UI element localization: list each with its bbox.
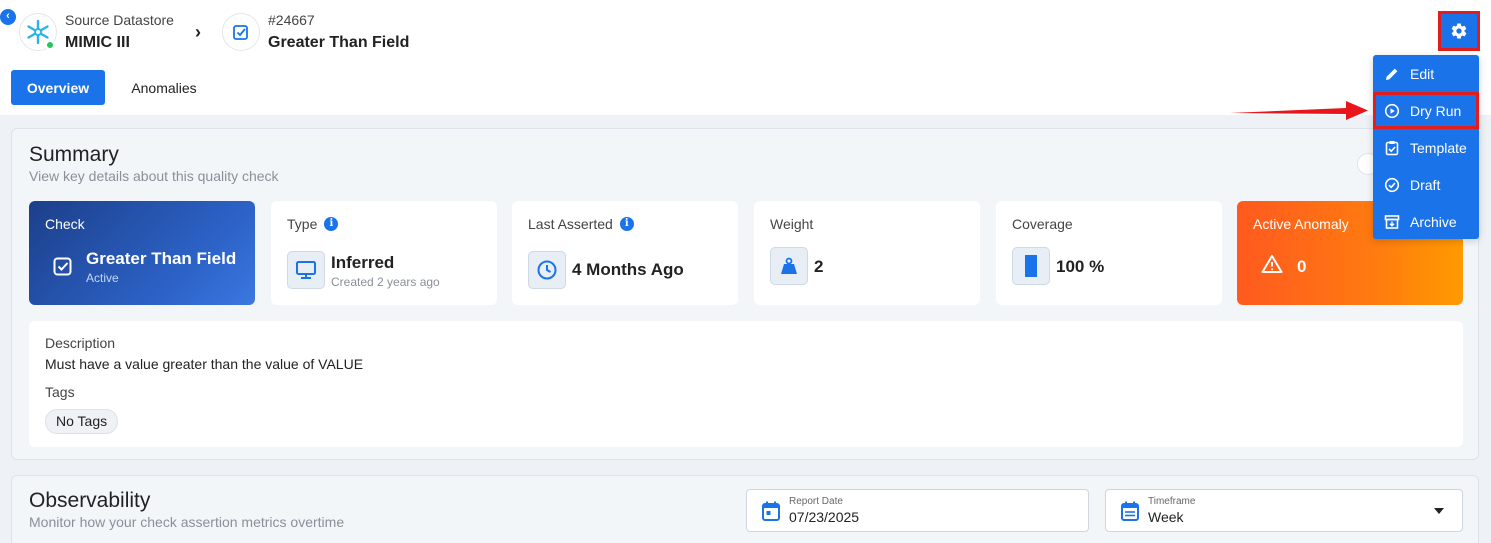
description-label: Description — [45, 335, 116, 351]
monitor-icon — [296, 261, 316, 279]
timeframe-select[interactable]: Timeframe Week — [1105, 489, 1463, 532]
observability-title: Observability — [29, 489, 151, 512]
check-id: #24667 — [268, 12, 315, 28]
clipboard-check-icon — [1385, 140, 1399, 155]
menu-item-archive[interactable]: Archive — [1373, 203, 1479, 240]
last-asserted-card: Last Asserted i 4 Months Ago — [512, 201, 738, 305]
calendar-icon — [762, 501, 780, 521]
check-status: Active — [86, 271, 119, 285]
report-date-field[interactable]: Report Date 07/23/2025 — [746, 489, 1089, 532]
menu-item-label: Archive — [1410, 213, 1457, 230]
last-asserted-icon-box — [528, 251, 566, 289]
check-circle-icon — [1384, 177, 1400, 192]
report-date-value: 07/23/2025 — [789, 509, 860, 525]
menu-item-draft[interactable]: Draft — [1373, 166, 1479, 203]
archive-icon — [1384, 214, 1400, 229]
last-asserted-label: Last Asserted i — [528, 216, 634, 232]
breadcrumb-chevron-icon: › — [195, 22, 201, 42]
calendar-icon — [1121, 501, 1139, 521]
coverage-icon-box — [1012, 247, 1050, 285]
menu-item-dry-run[interactable]: Dry Run — [1373, 92, 1479, 129]
summary-title: Summary — [29, 143, 119, 166]
coverage-bar-icon — [1025, 255, 1037, 277]
no-tags-chip: No Tags — [45, 409, 119, 434]
summary-subtitle: View key details about this quality chec… — [29, 168, 279, 184]
coverage-card: Coverage 100 % — [996, 201, 1222, 305]
menu-item-label: Dry Run — [1410, 102, 1462, 119]
annotation-arrow — [1230, 101, 1368, 120]
back-chevron-icon[interactable]: ‹ — [0, 9, 16, 25]
timeframe-label: Timeframe — [1148, 496, 1196, 507]
type-card: Type i Inferred Created 2 years ago — [271, 201, 497, 305]
tab-anomalies[interactable]: Anomalies — [118, 70, 210, 105]
type-card-label: Type i — [287, 216, 339, 232]
check-card-value: Greater Than Field — [86, 249, 237, 268]
settings-dropdown-menu: Edit Dry Run Template Draft Archive — [1373, 55, 1479, 239]
menu-item-label: Template — [1410, 139, 1467, 156]
warning-icon — [1261, 255, 1283, 273]
datastore-name[interactable]: MIMIC III — [65, 34, 130, 52]
type-created: Created 2 years ago — [331, 275, 440, 289]
summary-panel: Summary View key details about this qual… — [11, 128, 1479, 460]
checkbox-icon — [53, 257, 72, 276]
description-text: Must have a value greater than the value… — [45, 356, 364, 372]
active-anomaly-label: Active Anomaly — [1253, 216, 1349, 232]
weight-icon-box — [770, 247, 808, 285]
checkbox-icon — [233, 25, 248, 40]
active-anomaly-value: 0 — [1297, 257, 1307, 276]
menu-item-template[interactable]: Template — [1373, 129, 1479, 166]
settings-button[interactable] — [1438, 11, 1480, 51]
menu-item-edit[interactable]: Edit — [1373, 55, 1479, 92]
pencil-icon — [1386, 68, 1398, 80]
weight-label: Weight — [770, 216, 814, 232]
weight-value: 2 — [814, 257, 824, 276]
type-value: Inferred — [331, 253, 395, 272]
coverage-value: 100 % — [1056, 257, 1105, 276]
info-icon[interactable]: i — [324, 217, 339, 231]
report-date-label: Report Date — [789, 496, 843, 507]
weight-icon — [781, 257, 797, 274]
main-content: Summary View key details about this qual… — [0, 115, 1491, 543]
menu-item-label: Draft — [1410, 176, 1441, 193]
info-icon[interactable]: i — [619, 217, 634, 231]
observability-subtitle: Monitor how your check assertion metrics… — [29, 514, 345, 530]
clock-icon — [537, 260, 557, 280]
check-name: Greater Than Field — [268, 34, 410, 51]
weight-card: Weight 2 — [754, 201, 980, 305]
description-section: Description Must have a value greater th… — [29, 321, 1463, 447]
play-circle-icon — [1384, 103, 1400, 118]
tags-label: Tags — [45, 384, 75, 400]
check-avatar — [222, 13, 260, 51]
type-label-text: Type — [287, 216, 318, 232]
coverage-label: Coverage — [1012, 216, 1073, 232]
check-card-label: Check — [45, 216, 85, 232]
menu-item-label: Edit — [1410, 65, 1435, 82]
tab-overview[interactable]: Overview — [11, 70, 105, 105]
online-status-dot — [45, 40, 55, 50]
timeframe-value: Week — [1148, 509, 1184, 525]
check-card: Check Greater Than Field Active — [29, 201, 255, 305]
gear-icon — [1451, 23, 1467, 39]
observability-panel: Observability Monitor how your check ass… — [11, 475, 1479, 543]
chevron-down-icon[interactable] — [1434, 508, 1444, 514]
last-asserted-value: 4 Months Ago — [572, 260, 684, 279]
last-asserted-label-text: Last Asserted — [528, 216, 613, 232]
type-icon-box — [287, 251, 325, 289]
datastore-label: Source Datastore — [65, 12, 174, 28]
